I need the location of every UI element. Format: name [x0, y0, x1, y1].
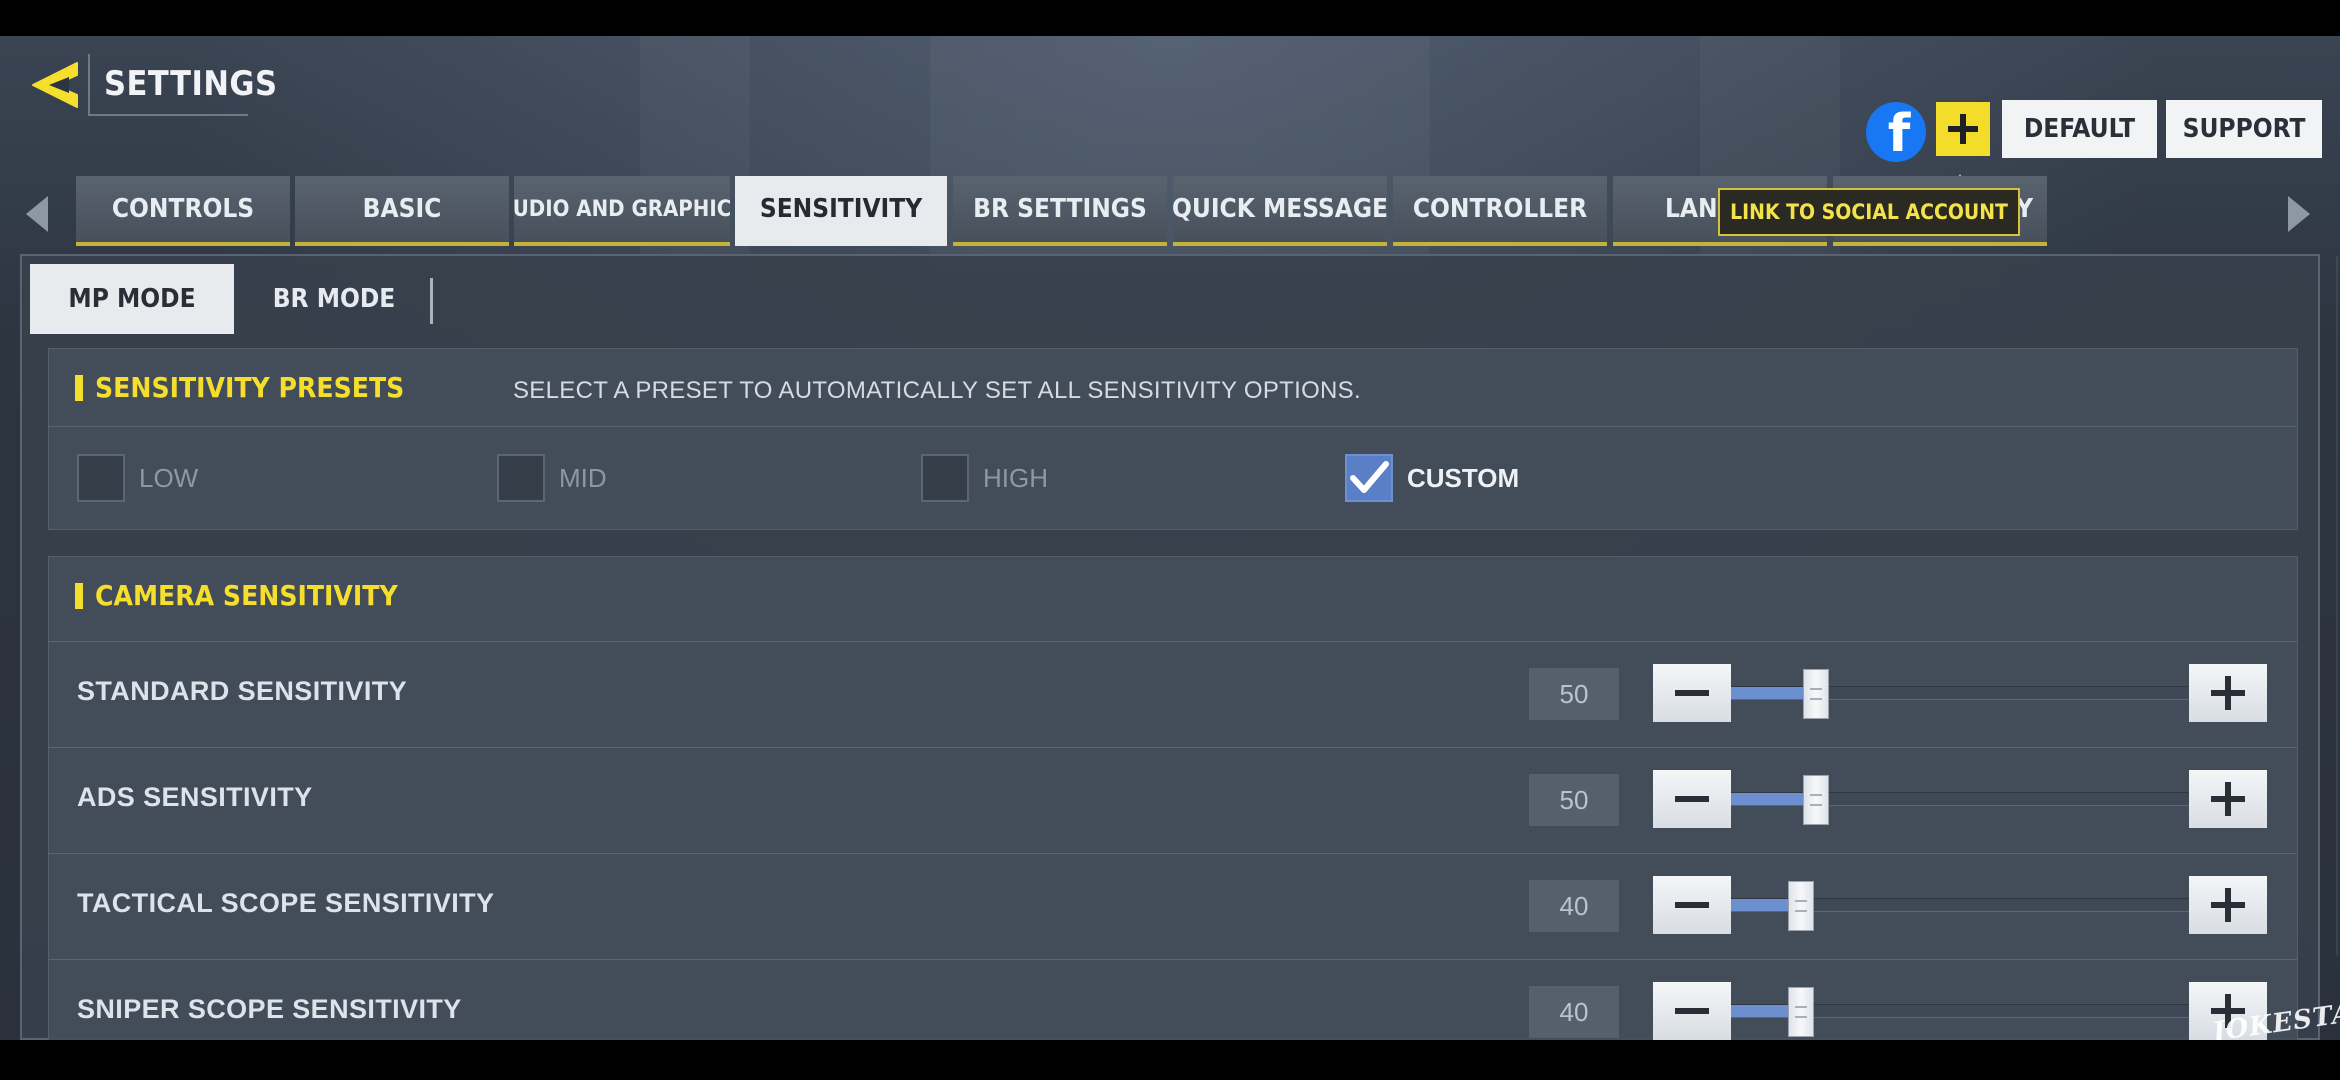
section-title: SENSITIVITY PRESETS: [95, 371, 405, 404]
value-field: 50: [1529, 774, 1619, 826]
slider-thumb[interactable]: [1788, 987, 1814, 1037]
slider-fill: [1731, 1005, 1792, 1017]
preset-label: LOW: [139, 462, 199, 493]
social-link-tooltip: LINK TO SOCIAL ACCOUNT: [1718, 188, 2020, 236]
back-button[interactable]: [24, 54, 86, 116]
tab-controller[interactable]: CONTROLLER: [1393, 176, 1607, 246]
tab-audio-and-graphics[interactable]: AUDIO AND GRAPHICS: [514, 176, 730, 246]
slider-track[interactable]: [1731, 775, 2189, 825]
preset-mid[interactable]: MID: [497, 453, 607, 503]
slider-row-sniper-scope: SNIPER SCOPE SENSITIVITY 40: [49, 959, 2297, 1040]
game-settings-screen: SETTINGS f DEFAULT SUPPORT CONTROLS BASI…: [0, 36, 2340, 1040]
plus-icon: [2211, 782, 2245, 816]
checkbox[interactable]: [77, 454, 125, 502]
preset-label: MID: [559, 462, 607, 493]
row-label: ADS SENSITIVITY: [77, 782, 313, 812]
increase-button[interactable]: [2189, 664, 2267, 722]
value-field: 40: [1529, 986, 1619, 1038]
section-marker: [75, 375, 83, 401]
settings-panel: MP MODE BR MODE SENSITIVITY PRESETS SELE…: [20, 254, 2320, 1040]
plus-icon: [2211, 676, 2245, 710]
slider-row-standard: STANDARD SENSITIVITY 50: [49, 641, 2297, 747]
slider-thumb[interactable]: [1788, 881, 1814, 931]
minus-icon: [1675, 902, 1709, 908]
sensitivity-presets-section: SENSITIVITY PRESETS SELECT A PRESET TO A…: [48, 348, 2298, 530]
slider-track[interactable]: [1731, 881, 2189, 931]
section-header: CAMERA SENSITIVITY: [49, 557, 2297, 635]
link-account-button[interactable]: [1936, 102, 1990, 156]
row-label: SNIPER SCOPE SENSITIVITY: [77, 994, 462, 1024]
tab-mp-mode[interactable]: MP MODE: [30, 264, 234, 334]
facebook-icon: f: [1887, 104, 1911, 162]
plus-icon: [1948, 114, 1978, 144]
row-label: STANDARD SENSITIVITY: [77, 676, 408, 706]
increase-button[interactable]: [2189, 876, 2267, 934]
camera-sensitivity-section: CAMERA SENSITIVITY STANDARD SENSITIVITY …: [48, 556, 2298, 1040]
preset-label: HIGH: [983, 462, 1048, 493]
support-button[interactable]: SUPPORT: [2166, 100, 2322, 158]
slider-fill: [1731, 793, 1807, 805]
presets-description: SELECT A PRESET TO AUTOMATICALLY SET ALL…: [513, 377, 1361, 404]
section-title: CAMERA SENSITIVITY: [95, 579, 398, 612]
plus-icon: [2211, 888, 2245, 922]
decrease-button[interactable]: [1653, 982, 1731, 1040]
slider-track[interactable]: [1731, 669, 2189, 719]
checkmark-icon: [1350, 461, 1389, 493]
value-field: 50: [1529, 668, 1619, 720]
page-title: SETTINGS: [88, 54, 277, 116]
preset-low[interactable]: LOW: [77, 453, 198, 503]
slider-row-ads: ADS SENSITIVITY 50: [49, 747, 2297, 853]
decrease-button[interactable]: [1653, 876, 1731, 934]
mode-tabs: MP MODE BR MODE: [22, 256, 2318, 334]
checkbox[interactable]: [921, 454, 969, 502]
increase-button[interactable]: [2189, 770, 2267, 828]
tab-controls[interactable]: CONTROLS: [76, 176, 290, 246]
section-marker: [75, 583, 83, 609]
slider-thumb[interactable]: [1803, 669, 1829, 719]
decrease-button[interactable]: [1653, 664, 1731, 722]
preset-label: CUSTOM: [1407, 462, 1520, 493]
slider-fill: [1731, 899, 1792, 911]
divider: [430, 278, 433, 324]
slider-thumb[interactable]: [1803, 775, 1829, 825]
value-field: 40: [1529, 880, 1619, 932]
preset-high[interactable]: HIGH: [921, 453, 1048, 503]
tabs-scroll-left-icon[interactable]: [22, 192, 52, 236]
row-label: TACTICAL SCOPE SENSITIVITY: [77, 888, 495, 918]
tab-br-settings[interactable]: BR SETTINGS: [953, 176, 1167, 246]
section-header: SENSITIVITY PRESETS SELECT A PRESET TO A…: [49, 349, 2297, 427]
checkbox-checked[interactable]: [1345, 454, 1393, 502]
minus-icon: [1675, 796, 1709, 802]
minus-icon: [1675, 1008, 1709, 1014]
default-button[interactable]: DEFAULT: [2002, 100, 2157, 158]
decrease-button[interactable]: [1653, 770, 1731, 828]
facebook-link-button[interactable]: f: [1866, 102, 1926, 162]
tab-basic[interactable]: BASIC: [295, 176, 509, 246]
slider-fill: [1731, 687, 1807, 699]
back-arrow-icon: [32, 62, 78, 108]
checkbox[interactable]: [497, 454, 545, 502]
scrollbar[interactable]: [2336, 256, 2338, 956]
slider-row-tactical-scope: TACTICAL SCOPE SENSITIVITY 40: [49, 853, 2297, 959]
tab-quick-message[interactable]: QUICK MESSAGE: [1173, 176, 1387, 246]
slider-track[interactable]: [1731, 987, 2189, 1037]
tab-br-mode[interactable]: BR MODE: [234, 264, 434, 334]
tabs-scroll-right-icon[interactable]: [2284, 192, 2314, 236]
preset-custom[interactable]: CUSTOM: [1345, 453, 1519, 503]
tab-sensitivity[interactable]: SENSITIVITY: [735, 176, 947, 246]
minus-icon: [1675, 690, 1709, 696]
